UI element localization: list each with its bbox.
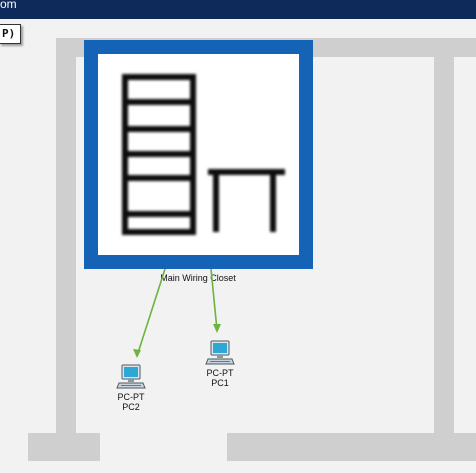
- rack-and-table-icon: [122, 74, 285, 235]
- pc1-name-label: PC1: [211, 378, 229, 388]
- pc-icon: [205, 340, 235, 365]
- closet-icon-panel: [98, 54, 299, 255]
- wall-bottom-right: [227, 433, 476, 461]
- closet-label: Main Wiring Closet: [160, 273, 236, 283]
- link-pc1-endpoint-icon: [213, 324, 221, 333]
- pc1-device[interactable]: PC-PT PC1: [189, 340, 251, 388]
- link-pc2-endpoint-icon: [133, 349, 141, 358]
- tooltip: P): [0, 24, 22, 44]
- window-title: om: [0, 0, 17, 11]
- window-title-bar: om: [0, 0, 476, 19]
- wall-left-vertical: [56, 38, 76, 438]
- pc1-type-label: PC-PT: [206, 368, 234, 378]
- pc-icon: [116, 364, 146, 389]
- main-wiring-closet[interactable]: [84, 40, 313, 269]
- pc2-name-label: PC2: [122, 402, 140, 412]
- wall-right-vertical: [434, 38, 454, 438]
- wall-bottom-left: [28, 433, 100, 461]
- pc2-type-label: PC-PT: [117, 392, 145, 402]
- pc2-device[interactable]: PC-PT PC2: [100, 364, 162, 412]
